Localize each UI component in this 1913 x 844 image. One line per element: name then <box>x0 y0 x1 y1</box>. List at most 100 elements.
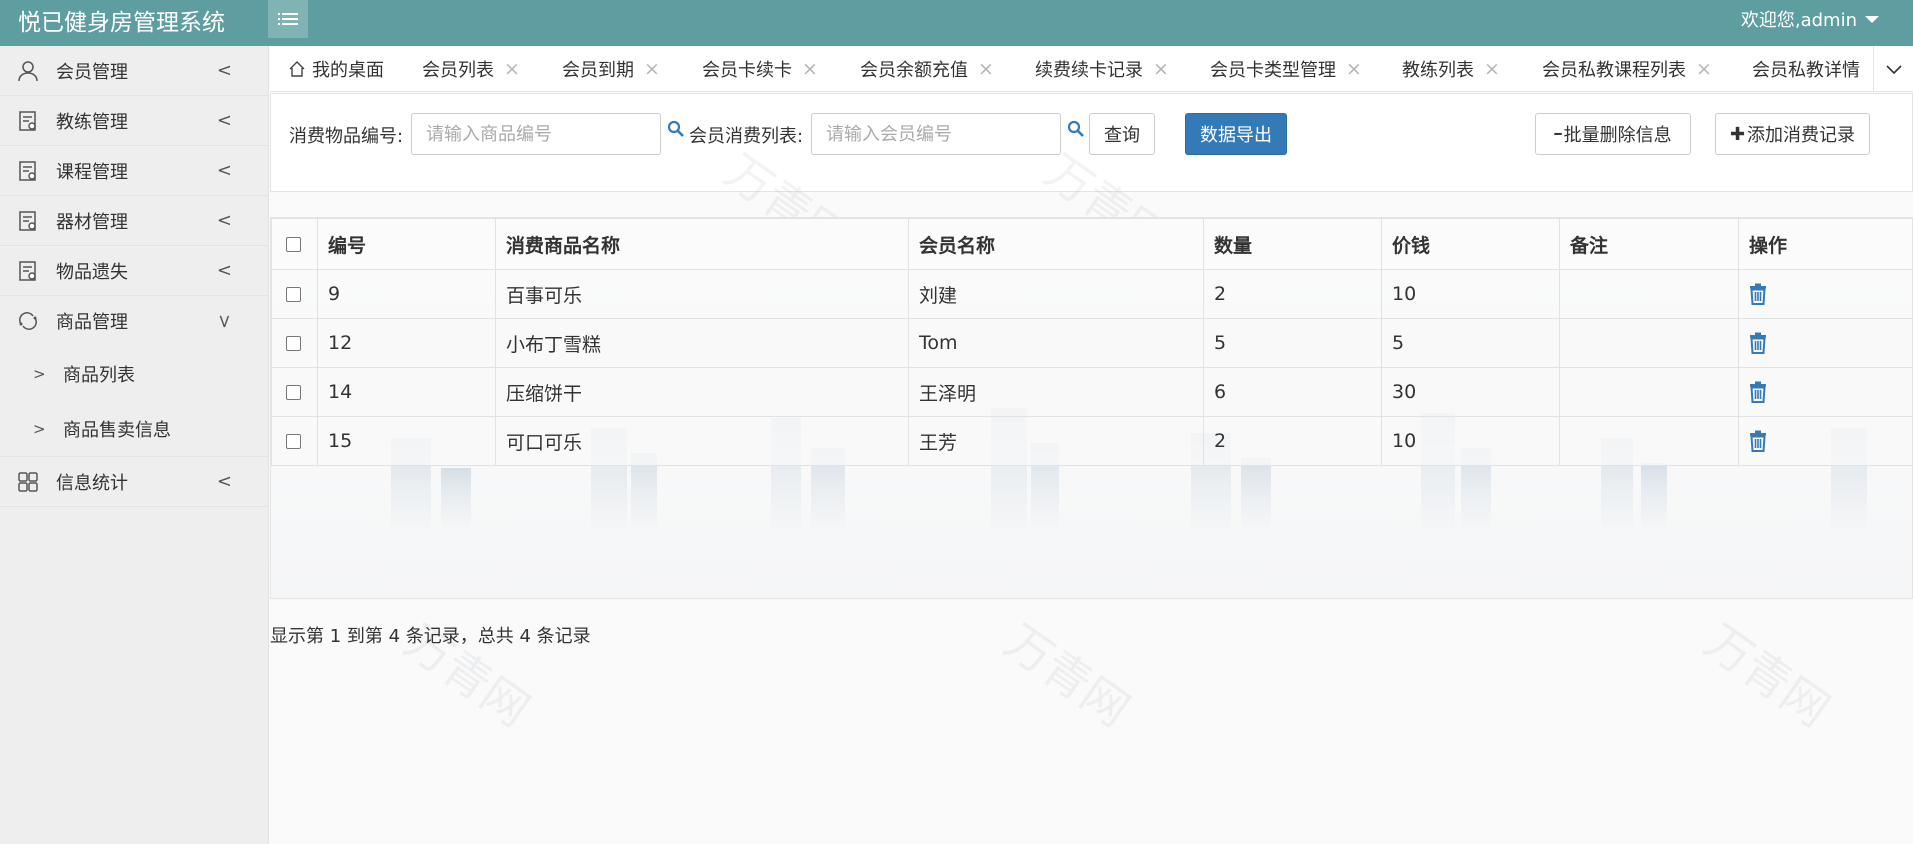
sidebar-item-coaches[interactable]: 教练管理 < <box>0 96 268 146</box>
add-record-button[interactable]: ✚ 添加消费记录 <box>1715 113 1870 155</box>
row-checkbox[interactable] <box>286 434 301 449</box>
caret-down-icon <box>1865 15 1879 23</box>
row-select-cell <box>271 269 318 319</box>
chevron-left-icon: < <box>216 60 232 81</box>
cell-quantity: 2 <box>1203 416 1382 466</box>
sidebar-subitem-label: 商品售卖信息 <box>63 419 171 441</box>
tab-card-renewal[interactable]: 会员卡续卡 × <box>702 46 818 91</box>
trash-icon[interactable] <box>1749 332 1767 355</box>
tab-private-courses[interactable]: 会员私教课程列表 × <box>1542 46 1712 91</box>
table-row: 15 可口可乐 王芳 2 10 <box>271 416 1912 466</box>
column-header: 消费商品名称 <box>495 218 909 270</box>
background-watermark: 万青网 <box>995 613 1140 738</box>
cell-price: 30 <box>1381 367 1560 417</box>
tab-private-details[interactable]: 会员私教详情 <box>1752 46 1860 91</box>
select-all-cell <box>271 218 318 270</box>
sidebar-item-members[interactable]: 会员管理 < <box>0 46 268 96</box>
export-button[interactable]: 数据导出 <box>1185 113 1287 155</box>
close-icon[interactable]: × <box>1484 58 1500 80</box>
search-toolbar: 消费物品编号: 会员消费列表: 查询 数据导出 ━ 批量删除信息 ✚ 添加消费记… <box>270 93 1913 192</box>
sidebar-item-label: 课程管理 <box>56 161 128 183</box>
tab-card-types[interactable]: 会员卡类型管理 × <box>1210 46 1362 91</box>
tab-coach-list[interactable]: 教练列表 × <box>1402 46 1500 91</box>
sidebar-item-goods[interactable]: 商品管理 < <box>0 296 268 346</box>
tab-balance-recharge[interactable]: 会员余额充值 × <box>860 46 994 91</box>
cell-price: 10 <box>1381 269 1560 319</box>
chevron-down-icon: < <box>213 313 235 329</box>
sidebar-item-label: 教练管理 <box>56 111 128 133</box>
chevron-down-icon <box>1885 65 1902 75</box>
tab-renewal-records[interactable]: 续费续卡记录 × <box>1035 46 1169 91</box>
close-icon[interactable]: × <box>1346 58 1362 80</box>
menu-toggle-button[interactable] <box>268 0 308 38</box>
sidebar-subitem-label: 商品列表 <box>63 364 135 386</box>
table-row: 14 压缩饼干 王泽明 6 30 <box>271 367 1912 417</box>
member-id-input[interactable] <box>811 113 1061 155</box>
consumption-table: 编号 消费商品名称 会员名称 数量 价钱 备注 操作 9 百事可乐 刘建 2 1… <box>271 218 1912 466</box>
row-checkbox[interactable] <box>286 385 301 400</box>
search-icon[interactable] <box>1067 120 1085 138</box>
goods-submenu: > 商品列表 > 商品售卖信息 <box>0 346 268 457</box>
close-icon[interactable]: × <box>504 58 520 80</box>
tab-member-expiry[interactable]: 会员到期 × <box>562 46 660 91</box>
tab-bar: 我的桌面 会员列表 × 会员到期 × 会员卡续卡 × 会员余额充值 × 续费续卡记录 × … <box>270 46 1913 92</box>
close-icon[interactable]: × <box>802 58 818 80</box>
cell-actions <box>1738 367 1912 417</box>
row-checkbox[interactable] <box>286 336 301 351</box>
cell-remark <box>1559 269 1739 319</box>
minus-icon: ━ <box>1554 127 1562 141</box>
document-icon <box>19 111 36 131</box>
pagination-info: 显示第 1 到第 4 条记录，总共 4 条记录 <box>270 626 591 647</box>
add-record-label: 添加消费记录 <box>1747 125 1856 146</box>
cell-goods-name: 百事可乐 <box>495 269 909 319</box>
cell-actions <box>1738 269 1912 319</box>
trash-icon[interactable] <box>1749 430 1767 453</box>
close-icon[interactable]: × <box>1696 58 1712 80</box>
cell-remark <box>1559 367 1739 417</box>
trash-icon[interactable] <box>1749 283 1767 306</box>
sidebar-subitem-goods-list[interactable]: > 商品列表 <box>0 346 268 401</box>
sidebar-item-lost-items[interactable]: 物品遗失 < <box>0 246 268 296</box>
row-checkbox[interactable] <box>286 287 301 302</box>
user-icon <box>18 61 38 82</box>
tab-member-list[interactable]: 会员列表 × <box>422 46 520 91</box>
cell-actions <box>1738 318 1912 368</box>
user-menu[interactable]: 欢迎您,admin <box>1741 6 1879 32</box>
cell-price: 5 <box>1381 318 1560 368</box>
tab-label: 续费续卡记录 <box>1035 59 1143 81</box>
trash-icon[interactable] <box>1749 381 1767 404</box>
sidebar-item-statistics[interactable]: 信息统计 < <box>0 457 268 507</box>
column-header: 价钱 <box>1381 218 1560 270</box>
search-icon[interactable] <box>667 120 685 138</box>
close-icon[interactable]: × <box>978 58 994 80</box>
table-header-row: 编号 消费商品名称 会员名称 数量 价钱 备注 操作 <box>271 218 1912 270</box>
app-title: 悦已健身房管理系统 <box>18 10 225 36</box>
cell-price: 10 <box>1381 416 1560 466</box>
query-button[interactable]: 查询 <box>1089 113 1155 155</box>
background-watermark: 万青网 <box>1695 613 1840 738</box>
document-icon <box>19 211 36 231</box>
sidebar-subitem-goods-sales[interactable]: > 商品售卖信息 <box>0 401 268 456</box>
chevron-left-icon: < <box>216 260 232 281</box>
close-icon[interactable]: × <box>644 58 660 80</box>
tab-label: 我的桌面 <box>312 59 384 81</box>
goods-id-input[interactable] <box>411 113 661 155</box>
row-select-cell <box>271 416 318 466</box>
plus-icon: ✚ <box>1729 123 1746 145</box>
select-all-checkbox[interactable] <box>286 237 301 252</box>
document-icon <box>19 161 36 181</box>
batch-delete-button[interactable]: ━ 批量删除信息 <box>1535 113 1691 155</box>
top-header: 悦已健身房管理系统 欢迎您,admin <box>0 0 1913 46</box>
welcome-text: 欢迎您,admin <box>1740 10 1857 31</box>
close-icon[interactable]: × <box>1153 58 1169 80</box>
sidebar-item-equipment[interactable]: 器材管理 < <box>0 196 268 246</box>
tab-more-button[interactable] <box>1873 46 1913 91</box>
row-select-cell <box>271 367 318 417</box>
chevron-left-icon: < <box>216 160 232 181</box>
tab-label: 会员私教课程列表 <box>1542 59 1686 81</box>
chevron-right-icon: > <box>33 364 46 383</box>
sidebar-item-courses[interactable]: 课程管理 < <box>0 146 268 196</box>
tab-home[interactable]: 我的桌面 <box>288 46 384 91</box>
column-header: 备注 <box>1559 218 1739 270</box>
table-row: 12 小布丁雪糕 Tom 5 5 <box>271 318 1912 368</box>
